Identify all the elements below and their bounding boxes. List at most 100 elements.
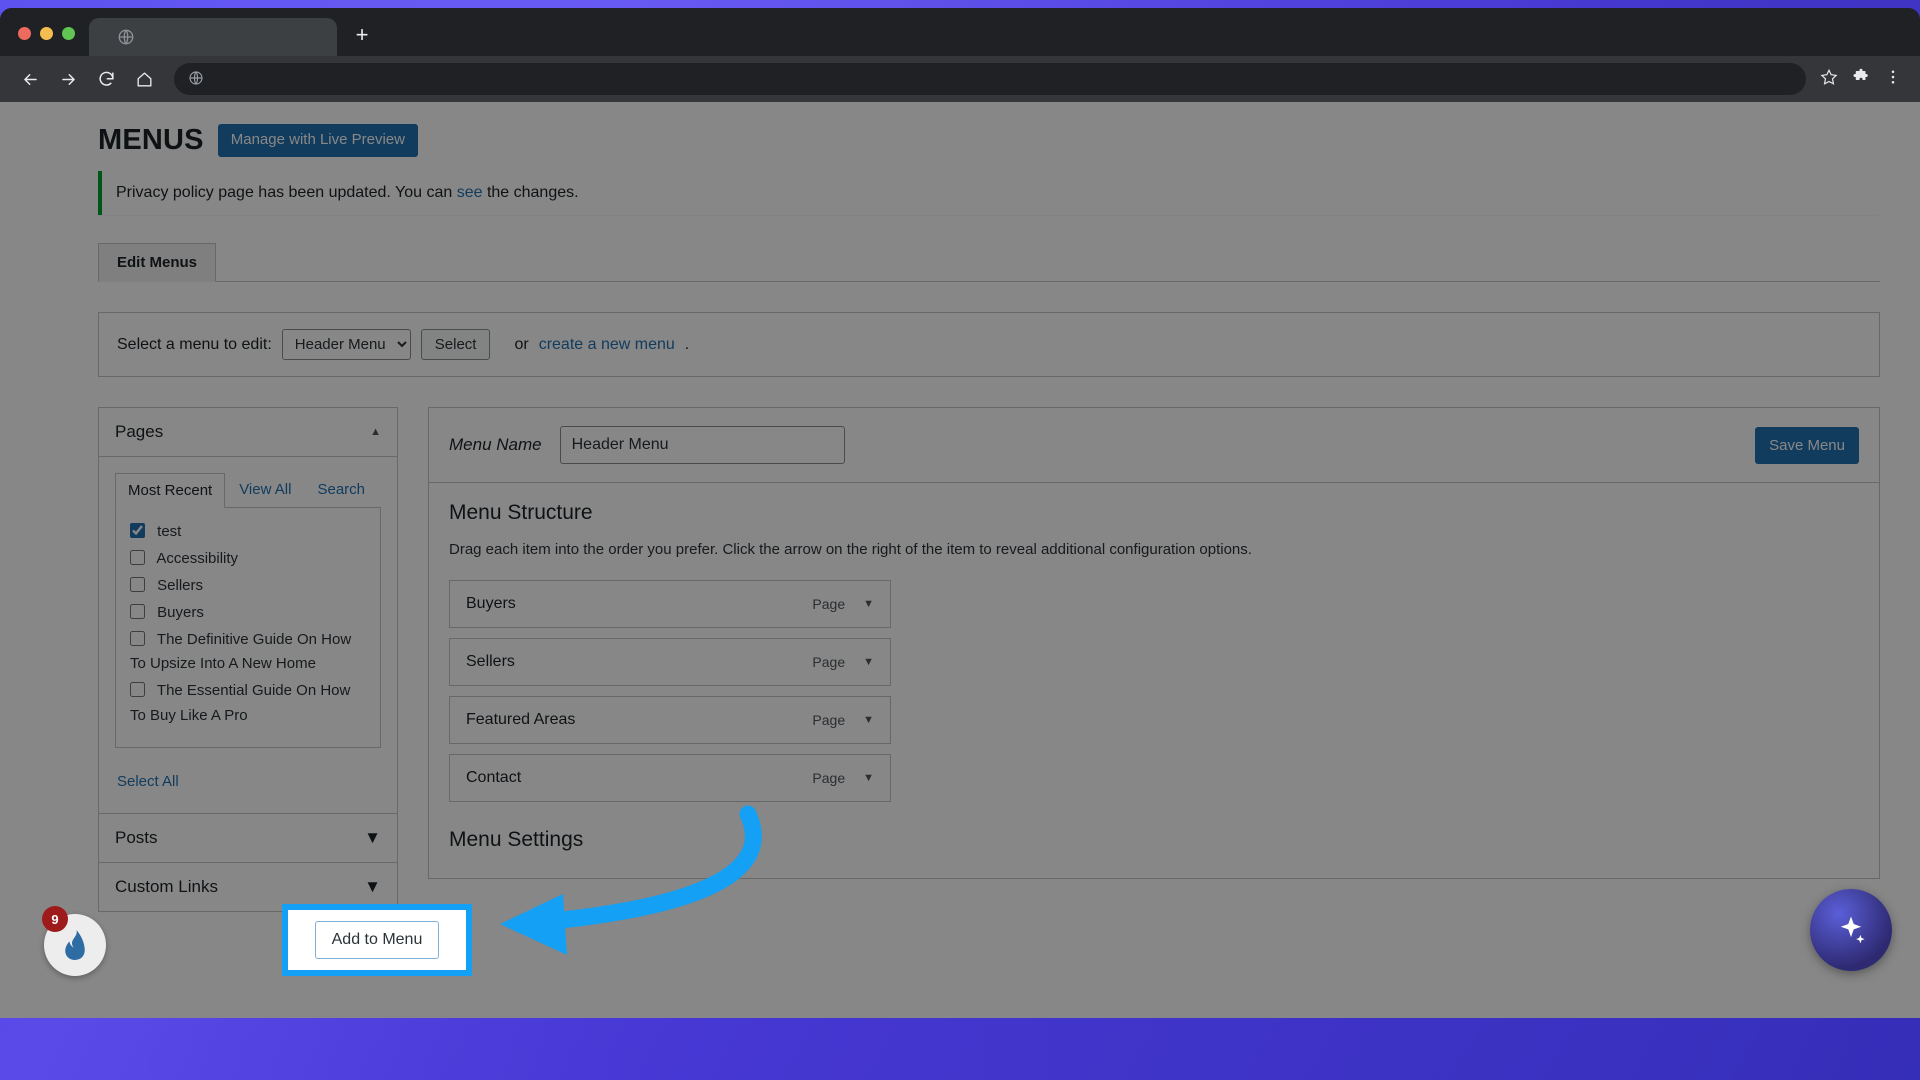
inner-tab-most-recent[interactable]: Most Recent [115, 473, 226, 508]
menu-selector-box: Select a menu to edit: Header Menu Selec… [98, 312, 1880, 377]
select-menu-label: Select a menu to edit: [117, 335, 272, 353]
menu-item-type: Page [812, 654, 846, 670]
pages-inner-tabs: Most Recent View All Search [115, 473, 381, 508]
menu-name-input[interactable] [559, 426, 845, 464]
menu-select-dropdown[interactable]: Header Menu [281, 329, 411, 360]
browser-tab-strip: + [0, 8, 1920, 56]
chevron-up-icon[interactable]: ▲ [370, 426, 381, 438]
menu-structure-description: Drag each item into the order you prefer… [449, 541, 1252, 558]
select-all-link[interactable]: Select All [117, 773, 179, 790]
list-item[interactable]: Buyers [130, 601, 366, 626]
table-row[interactable]: Buyers Page ▼ [449, 580, 891, 628]
menu-item-type: Page [812, 712, 846, 728]
add-menu-items-column: Pages ▲ Most Recent View All Search test… [98, 407, 398, 913]
page-label: Sellers [157, 576, 204, 594]
menu-item-label: Sellers [466, 653, 515, 670]
pages-accordion-body: Most Recent View All Search test Accessi… [99, 457, 397, 813]
chevron-down-icon[interactable]: ▼ [863, 656, 874, 668]
chevron-down-icon[interactable]: ▼ [863, 598, 874, 610]
page-label: The Definitive Guide On How To Upsize In… [130, 630, 352, 673]
page-checkbox-buyers[interactable] [130, 603, 145, 619]
wordpress-menus-page: MENUS Manage with Live Preview Privacy p… [0, 102, 1920, 1018]
menu-name-label: Menu Name [449, 435, 542, 454]
page-label: The Essential Guide On How To Buy Like A… [130, 682, 351, 725]
puzzle-icon[interactable] [1852, 68, 1870, 91]
flame-icon [65, 930, 85, 960]
menu-structure-title: Menu Structure [449, 501, 593, 524]
menu-item-type: Page [812, 596, 846, 612]
pages-accordion: Pages ▲ Most Recent View All Search test… [98, 407, 398, 815]
home-icon[interactable] [128, 63, 160, 95]
notice-see-link[interactable]: see [457, 184, 483, 201]
table-row[interactable]: Featured Areas Page ▼ [449, 696, 891, 744]
page-title: MENUS [98, 124, 204, 156]
maximize-window-button[interactable] [62, 27, 75, 40]
page-tabs: Edit Menus [98, 243, 1880, 282]
menu-item-label: Featured Areas [466, 711, 576, 728]
page-checkbox-accessibility[interactable] [130, 549, 145, 565]
menu-item-label: Buyers [466, 595, 516, 612]
table-row[interactable]: Contact Page ▼ [449, 754, 891, 802]
manage-with-live-preview-button[interactable]: Manage with Live Preview [217, 124, 418, 157]
add-to-menu-highlight: Add to Menu [282, 904, 472, 976]
pages-checklist: test Accessibility Sellers Buyers The De… [115, 508, 381, 749]
arrow-left-icon[interactable] [14, 63, 46, 95]
privacy-policy-notice: Privacy policy page has been updated. Yo… [98, 171, 1880, 215]
custom-links-accordion-header[interactable]: Custom Links ▼ [98, 863, 398, 913]
page-label: Buyers [157, 603, 204, 621]
address-bar[interactable] [174, 63, 1806, 95]
reload-icon[interactable] [90, 63, 122, 95]
inner-tab-view-all[interactable]: View All [227, 473, 303, 507]
tab-edit-menus[interactable]: Edit Menus [98, 243, 217, 282]
chevron-down-icon[interactable]: ▼ [863, 772, 874, 784]
close-window-button[interactable] [18, 27, 31, 40]
page-label: test [157, 523, 182, 540]
page-label: Accessibility [156, 549, 239, 567]
star-icon[interactable] [1820, 68, 1838, 91]
save-menu-button[interactable]: Save Menu [1755, 426, 1859, 464]
browser-tab[interactable] [89, 18, 337, 56]
custom-links-accordion-title: Custom Links [115, 877, 218, 897]
menu-item-label: Contact [466, 769, 522, 786]
new-tab-button[interactable]: + [343, 16, 381, 54]
page-checkbox-sellers[interactable] [130, 576, 145, 592]
chevron-down-icon[interactable]: ▼ [863, 714, 874, 726]
page-checkbox-test[interactable] [130, 523, 145, 538]
list-item[interactable]: The Definitive Guide On How To Upsize In… [130, 628, 366, 678]
page-header: MENUS Manage with Live Preview [98, 124, 1880, 157]
pages-actions-row: Select All Add to Menu [115, 766, 381, 797]
list-item[interactable]: Accessibility [130, 547, 366, 572]
table-row[interactable]: Sellers Page ▼ [449, 638, 891, 686]
notice-text-after: the changes. [482, 184, 579, 201]
menu-editor-column: Menu Name Save Menu Menu Structure Drag … [428, 407, 1880, 879]
globe-icon [188, 70, 204, 89]
page-checkbox-essential-guide[interactable] [130, 682, 145, 698]
period-text: . [684, 335, 690, 353]
list-item[interactable]: Sellers [130, 574, 366, 599]
menu-structure-section: Menu Structure Drag each item into the o… [429, 483, 1879, 878]
chevron-down-icon[interactable]: ▼ [364, 828, 381, 848]
add-to-menu-button-highlighted[interactable]: Add to Menu [314, 921, 440, 959]
window-controls [0, 27, 89, 56]
fire-widget-badge: 9 [42, 906, 68, 932]
inner-tab-search[interactable]: Search [305, 473, 377, 507]
select-button[interactable]: Select [420, 329, 491, 360]
posts-accordion-header[interactable]: Posts ▼ [98, 814, 398, 864]
ai-assistant-button[interactable] [1810, 889, 1892, 971]
menu-settings-title: Menu Settings [449, 828, 584, 851]
menu-item-type: Page [812, 770, 846, 786]
arrow-right-icon[interactable] [52, 63, 84, 95]
list-item[interactable]: The Essential Guide On How To Buy Like A… [130, 679, 366, 729]
posts-accordion-title: Posts [115, 828, 158, 848]
list-item[interactable]: test [130, 520, 366, 545]
page-checkbox-definitive-guide[interactable] [130, 630, 145, 646]
three-dots-vertical-icon[interactable] [1884, 68, 1902, 91]
browser-toolbar [0, 56, 1920, 102]
browser-window: + MENUS Manage with Live Preview Privacy… [0, 8, 1920, 1018]
pages-accordion-title: Pages [115, 422, 164, 441]
chevron-down-icon[interactable]: ▼ [364, 877, 381, 897]
notice-text-before: Privacy policy page has been updated. Yo… [116, 184, 457, 201]
create-new-menu-link[interactable]: create a new menu [539, 336, 675, 354]
pages-accordion-header[interactable]: Pages ▲ [99, 408, 397, 457]
minimize-window-button[interactable] [40, 27, 53, 40]
